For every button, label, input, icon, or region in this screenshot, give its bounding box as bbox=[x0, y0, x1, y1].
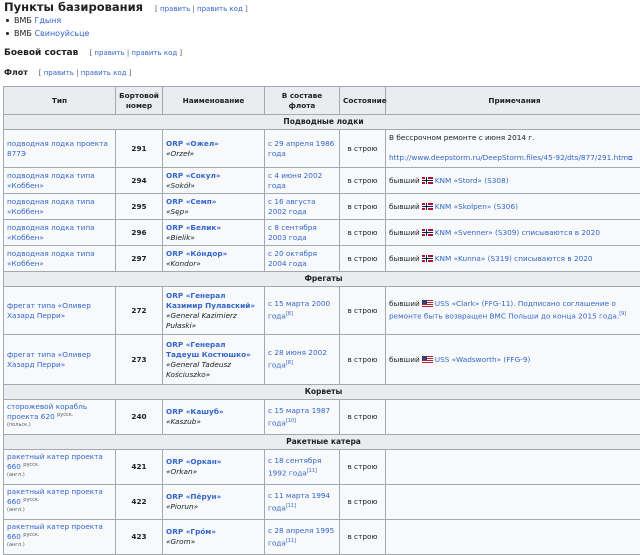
date-link[interactable]: с 4 июня 2002 года bbox=[268, 171, 322, 190]
ship-type-link[interactable]: ракетный катер проекта 660 bbox=[7, 487, 103, 506]
ref-link[interactable]: [8] bbox=[286, 360, 293, 366]
edit-code-link[interactable]: править код bbox=[81, 69, 127, 77]
norway-flag-icon bbox=[422, 229, 433, 236]
ship-name-link[interactable]: ORP «Оркан» bbox=[166, 457, 221, 466]
us-flag-icon bbox=[422, 300, 433, 307]
table-row: сторожевой корабль проекта 620 русск.(по… bbox=[4, 400, 640, 435]
edit-code-link[interactable]: править код bbox=[131, 49, 177, 57]
ship-name-link[interactable]: ORP «Пёрун» bbox=[166, 492, 221, 501]
group-row: Подводные лодки bbox=[4, 115, 640, 130]
former-ship-link[interactable]: KNM «Skolpen» (S306) bbox=[435, 202, 518, 211]
external-link[interactable]: http://www.deepstorm.ru/DeepStorm.files/… bbox=[389, 153, 628, 162]
ship-name-link[interactable]: ORP «Ко́ндор» bbox=[166, 249, 227, 258]
ref-link[interactable]: [10] bbox=[286, 418, 296, 424]
ship-type-link[interactable]: подводная лодка типа «Коббен» bbox=[7, 223, 95, 242]
base-link-swinoujscie[interactable]: Свиноуйсьце bbox=[34, 29, 89, 38]
header-type: Тип bbox=[4, 87, 116, 115]
ship-type-link[interactable]: фрегат типа «Оливер Хазард Перри» bbox=[7, 350, 91, 369]
group-row: Фрегаты bbox=[4, 272, 640, 287]
date-link[interactable]: с 29 апреля 1986 года bbox=[268, 139, 334, 158]
section-fleet-heading: Флот [ править | править код ] bbox=[4, 68, 131, 77]
date-link[interactable]: с 28 июня 2002 года bbox=[268, 348, 327, 369]
table-row: подводная лодка типа «Коббен» 297 ORP «К… bbox=[4, 246, 640, 272]
ship-type-link[interactable]: подводная лодка типа «Коббен» bbox=[7, 249, 95, 268]
former-ship-link[interactable]: KNM «Kunna» (S319) списываются в 2020 bbox=[435, 254, 593, 263]
ship-name-link[interactable]: ORP «Сокул» bbox=[166, 171, 221, 180]
ship-type-link[interactable]: подводная лодка типа «Коббен» bbox=[7, 197, 95, 216]
ship-name-link[interactable]: ORP «Кашуб» bbox=[166, 407, 224, 416]
edit-links: [ править | править код ] bbox=[39, 69, 132, 77]
former-ship-link[interactable]: KNM «Svenner» (S309) списываются в 2020 bbox=[435, 228, 600, 237]
ship-name-link[interactable]: ORP «Гро́м» bbox=[166, 527, 216, 536]
table-row: подводная лодка типа «Коббен» 296 ORP «Б… bbox=[4, 220, 640, 246]
date-link[interactable]: с 15 марта 2000 года bbox=[268, 299, 330, 320]
ref-link[interactable]: [8] bbox=[286, 311, 293, 317]
date-link[interactable]: с 16 августа 2002 года bbox=[268, 197, 316, 216]
edit-code-link[interactable]: править код bbox=[197, 5, 243, 13]
ship-name-link[interactable]: ORP «Генерал Тадеуш Костюшко» bbox=[166, 340, 251, 359]
ref-link[interactable]: [11] bbox=[286, 503, 296, 509]
table-row: фрегат типа «Оливер Хазард Перри» 272 OR… bbox=[4, 287, 640, 335]
header-state: Состояние bbox=[340, 87, 386, 115]
us-flag-icon bbox=[422, 356, 433, 363]
table-row: подводная лодка типа «Коббен» 295 ORP «С… bbox=[4, 194, 640, 220]
table-row: подводная лодка проекта 877Э 291 ORP «Ож… bbox=[4, 130, 640, 168]
fleet-table: Тип Бортовой номер Наименование В состав… bbox=[3, 86, 640, 555]
ship-name-link[interactable]: ORP «Ожел» bbox=[166, 139, 219, 148]
ref-link[interactable]: [11] bbox=[307, 468, 317, 474]
group-row: Корветы bbox=[4, 385, 640, 400]
ref-link[interactable]: [9] bbox=[619, 311, 626, 317]
ref-link[interactable]: [11] bbox=[286, 538, 296, 544]
ship-type-link[interactable]: фрегат типа «Оливер Хазард Перри» bbox=[7, 301, 91, 320]
norway-flag-icon bbox=[422, 203, 433, 210]
edit-link[interactable]: править bbox=[44, 69, 74, 77]
table-row: ракетный катер проекта 660 русск.(англ.)… bbox=[4, 485, 640, 520]
edit-link[interactable]: править bbox=[94, 49, 124, 57]
table-row: подводная лодка типа «Коббен» 294 ORP «С… bbox=[4, 168, 640, 194]
former-ship-link[interactable]: USS «Wadsworth» (FFG-9) bbox=[435, 355, 531, 364]
edit-link[interactable]: править bbox=[160, 5, 190, 13]
date-link[interactable]: с 8 сентября 2003 года bbox=[268, 223, 317, 242]
former-ship-link[interactable]: KNM «Stord» (S308) bbox=[435, 176, 509, 185]
bases-list: ВМБ Гдыня ВМБ Свиноуйсьце bbox=[4, 14, 89, 40]
edit-links: [ править | править код ] bbox=[155, 5, 248, 13]
table-row: фрегат типа «Оливер Хазард Перри» 273 OR… bbox=[4, 335, 640, 385]
date-link[interactable]: с 20 октября 2004 года bbox=[268, 249, 317, 268]
ship-type-link[interactable]: подводная лодка проекта 877Э bbox=[7, 139, 108, 158]
table-header-row: Тип Бортовой номер Наименование В состав… bbox=[4, 87, 640, 115]
group-row: Ракетные катера bbox=[4, 435, 640, 450]
date-link[interactable]: с 28 апреля 1995 года bbox=[268, 526, 334, 547]
section-combat-heading: Боевой состав [ править | править код ] bbox=[4, 48, 182, 58]
date-link[interactable]: с 15 марта 1987 года bbox=[268, 406, 330, 427]
table-row: ракетный катер проекта 660 русск.(англ.)… bbox=[4, 450, 640, 485]
ship-name-link[interactable]: ORP «Семп» bbox=[166, 197, 216, 206]
norway-flag-icon bbox=[422, 177, 433, 184]
list-item: ВМБ Свиноуйсьце bbox=[4, 27, 89, 40]
header-notes: Примечания bbox=[386, 87, 640, 115]
ship-type-link[interactable]: подводная лодка типа «Коббен» bbox=[7, 171, 95, 190]
header-since: В составе флота bbox=[265, 87, 340, 115]
date-link[interactable]: с 11 марта 1994 года bbox=[268, 491, 330, 512]
list-item: ВМБ Гдыня bbox=[4, 14, 89, 27]
ship-type-link[interactable]: сторожевой корабль проекта 620 bbox=[7, 402, 87, 421]
ship-name-link[interactable]: ORP «Белик» bbox=[166, 223, 221, 232]
norway-flag-icon bbox=[422, 255, 433, 262]
edit-links: [ править | править код ] bbox=[89, 49, 182, 57]
header-name: Наименование bbox=[163, 87, 265, 115]
external-link-icon: ⧉ bbox=[628, 155, 632, 162]
ship-type-link[interactable]: ракетный катер проекта 660 bbox=[7, 452, 103, 471]
base-link-gdynia[interactable]: Гдыня bbox=[34, 16, 61, 25]
header-board: Бортовой номер bbox=[116, 87, 163, 115]
table-row: ракетный катер проекта 660 русск.(англ.)… bbox=[4, 520, 640, 555]
ship-type-link[interactable]: ракетный катер проекта 660 bbox=[7, 522, 103, 541]
section-bases-heading: Пункты базирования [ править | править к… bbox=[4, 0, 248, 14]
ship-name-link[interactable]: ORP «Генерал Казимир Пулавский» bbox=[166, 291, 255, 310]
